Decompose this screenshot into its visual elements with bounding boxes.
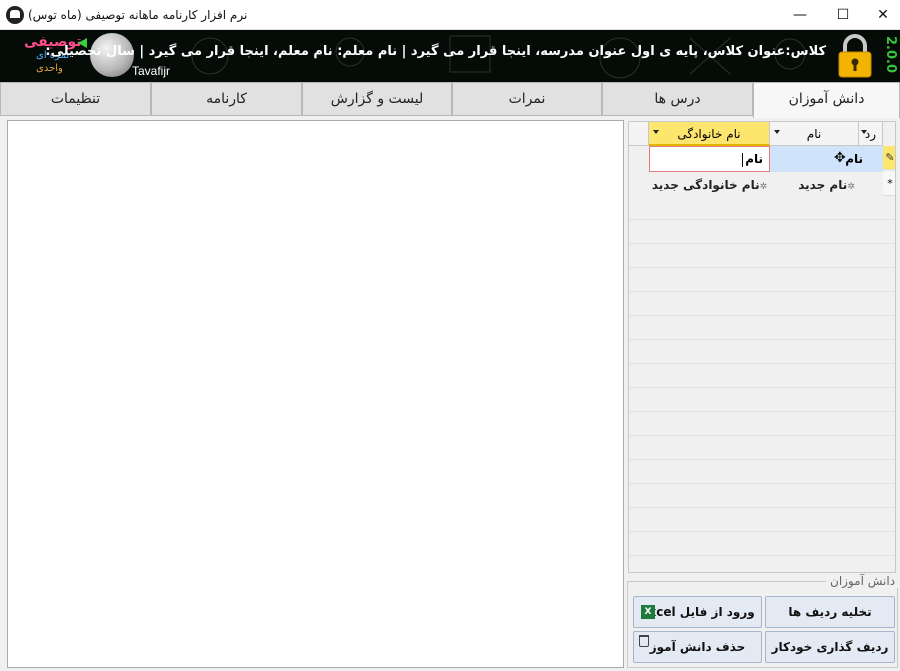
import-excel-label: ورود از فایل Excel [640, 605, 755, 619]
new-row-name-label: نام جدید [798, 178, 848, 192]
header-banner: توصیفی نمره ای واحدی Tavafijr کلاس:عنوان… [0, 30, 900, 82]
new-row-family-cell[interactable]: ✲نام خانوادگی جدید [649, 174, 770, 196]
cell-family-editing-row[interactable]: نام [649, 146, 770, 172]
tab-grades[interactable]: نمرات [452, 82, 602, 116]
text-caret [742, 152, 744, 167]
maximize-button[interactable]: ☐ [823, 0, 863, 30]
excel-icon: X [641, 605, 655, 619]
filter-dropdown-icon[interactable] [861, 130, 867, 134]
app-icon [6, 6, 24, 24]
students-groupbox-legend: دانش آموزان [826, 574, 900, 588]
column-header-family-label: نام خانوادگی [677, 127, 741, 141]
column-header-name[interactable]: نام [770, 122, 859, 146]
students-grid[interactable]: رد نام نام خانوادگی ✎ نام ✥ نام * ✲نام ج… [628, 121, 896, 573]
row-edit-indicator-icon: ✎ [883, 146, 895, 170]
class-info-text: کلاس:عنوان کلاس، پایه ی اول عنوان مدرسه،… [45, 44, 826, 59]
close-button[interactable]: ✕ [863, 0, 900, 30]
brand-subtitle-2: واحدی [36, 63, 63, 74]
tab-lessons[interactable]: درس ها [602, 82, 753, 116]
column-header-name-label: نام [806, 127, 822, 141]
trash-icon [639, 635, 649, 647]
cell-name-editing-row[interactable]: نام [770, 146, 883, 172]
move-cursor-icon: ✥ [834, 150, 846, 166]
delete-student-label: حذف دانش آموز [649, 640, 746, 654]
delete-student-button[interactable]: حذف دانش آموز [633, 631, 762, 663]
tab-settings[interactable]: تنظیمات [0, 82, 151, 116]
window-title: نرم افزار کارنامه ماهانه توصیفی (ماه توس… [28, 8, 248, 22]
cell-family-value: نام [745, 152, 763, 166]
tab-report-card[interactable]: کارنامه [151, 82, 302, 116]
auto-numbering-button[interactable]: ردیف گذاری خودکار [765, 631, 895, 663]
details-panel [7, 120, 624, 668]
watermark-text: Tavafijr [132, 64, 171, 78]
new-row-family-label: نام خانوادگی جدید [651, 178, 760, 192]
main-tabs: دانش آموزان درس ها نمرات لیست و گزارش کا… [0, 82, 900, 118]
clear-rows-button[interactable]: تخلیه ردیف ها [765, 596, 895, 628]
tab-list-report[interactable]: لیست و گزارش [302, 82, 452, 116]
window-title-bar: نرم افزار کارنامه ماهانه توصیفی (ماه توس… [0, 0, 900, 30]
lock-icon[interactable] [835, 33, 875, 79]
column-header-family-name[interactable]: نام خانوادگی [649, 122, 770, 146]
filter-dropdown-icon[interactable] [774, 130, 780, 134]
column-header-row-number[interactable]: رد [859, 122, 883, 146]
column-header-spacer [629, 122, 649, 146]
placeholder-mark-icon: ✲ [759, 182, 768, 192]
minimize-button[interactable]: — [780, 0, 820, 30]
new-row-name-cell[interactable]: ✲نام جدید [770, 174, 883, 196]
filter-dropdown-icon[interactable] [653, 130, 659, 134]
version-label: 2.0.0 [883, 36, 898, 74]
grid-empty-rows [629, 196, 895, 572]
new-row-indicator-icon: * [883, 172, 895, 196]
placeholder-mark-icon: ✲ [847, 182, 855, 192]
tab-students[interactable]: دانش آموزان [753, 82, 900, 118]
import-excel-button[interactable]: X ورود از فایل Excel [633, 596, 762, 628]
